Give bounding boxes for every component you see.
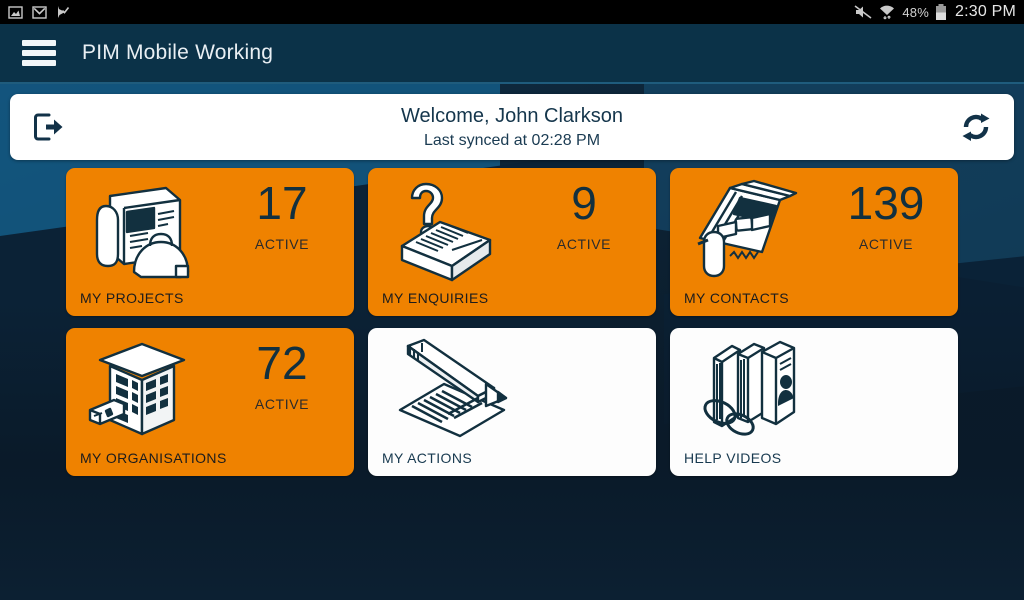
- welcome-greeting: Welcome, John Clarkson: [401, 104, 623, 127]
- books-chain-icon: [692, 336, 822, 451]
- tile-my-projects[interactable]: 17 ACTIVE MY PROJECTS: [66, 168, 354, 316]
- mute-icon: [854, 4, 872, 20]
- tile-label: MY ACTIONS: [382, 450, 473, 466]
- tile-status-label: ACTIVE: [254, 396, 310, 412]
- tile-my-actions[interactable]: MY ACTIONS: [368, 328, 656, 476]
- tile-status-label: ACTIVE: [556, 236, 612, 252]
- question-mark-tray-icon: [382, 178, 506, 286]
- blueprint-hardhat-icon: [80, 178, 204, 286]
- page-title: PIM Mobile Working: [82, 41, 274, 64]
- status-bar-left-group: [8, 5, 70, 20]
- last-synced-label: Last synced at 02:28 PM: [423, 131, 601, 149]
- clock-label: 2:30 PM: [955, 3, 1016, 20]
- welcome-bar: Welcome, John Clarkson Last synced at 02…: [10, 94, 1014, 160]
- tile-label: MY PROJECTS: [80, 290, 184, 306]
- status-bar-right-group: 48% 2:30 PM: [854, 3, 1016, 21]
- hamburger-bar: [22, 60, 56, 66]
- tile-count: 139: [847, 177, 925, 229]
- tile-label: MY ENQUIRIES: [382, 290, 489, 306]
- gmail-icon: [32, 5, 47, 19]
- tile-label: HELP VIDEOS: [684, 450, 782, 466]
- tile-count: 17: [256, 177, 308, 229]
- tile-label: MY CONTACTS: [684, 290, 789, 306]
- welcome-text-group: Welcome, John Clarkson Last synced at 02…: [68, 104, 956, 151]
- checkmark-flag-icon: [56, 5, 70, 19]
- image-icon: [8, 5, 23, 20]
- tile-my-organisations[interactable]: 72 ACTIVE MY ORGANISATIONS: [66, 328, 354, 476]
- battery-icon: [935, 3, 947, 21]
- tile-count: 9: [571, 177, 597, 229]
- hamburger-bar: [22, 50, 56, 56]
- tile-label: MY ORGANISATIONS: [80, 450, 227, 466]
- tile-my-contacts[interactable]: 139 ACTIVE MY CONTACTS: [670, 168, 958, 316]
- tile-status-label: ACTIVE: [254, 236, 310, 252]
- hamburger-bar: [22, 40, 56, 46]
- tile-count: 72: [256, 337, 308, 389]
- hamburger-icon[interactable]: [22, 40, 56, 66]
- app-bar: PIM Mobile Working: [0, 24, 1024, 84]
- status-bar: 48% 2:30 PM: [0, 0, 1024, 24]
- office-building-icon: [80, 338, 204, 446]
- battery-percent-label: 48%: [902, 4, 929, 20]
- tile-help-videos[interactable]: HELP VIDEOS: [670, 328, 958, 476]
- refresh-icon[interactable]: [956, 107, 996, 147]
- pencil-document-icon: [390, 336, 520, 451]
- rolodex-icon: [684, 178, 808, 286]
- tile-my-enquiries[interactable]: 9 ACTIVE MY ENQUIRIES: [368, 168, 656, 316]
- dashboard-tile-grid: 17 ACTIVE MY PROJECTS 9 ACTIVE MY ENQUIR…: [0, 168, 1024, 476]
- wifi-icon: [878, 4, 896, 20]
- tile-status-label: ACTIVE: [858, 236, 914, 252]
- logout-icon[interactable]: [28, 107, 68, 147]
